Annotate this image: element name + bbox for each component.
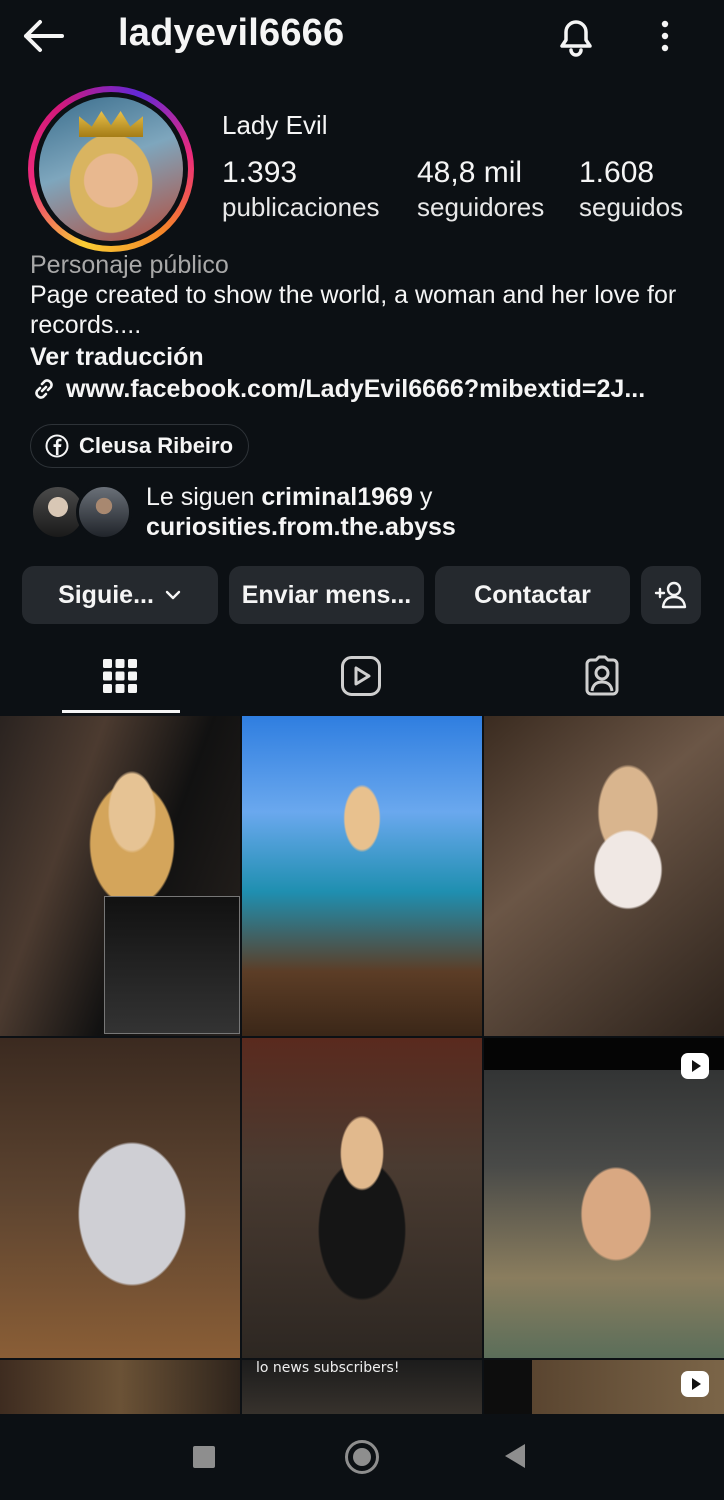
see-translation-link[interactable]: Ver traducción (30, 342, 710, 372)
grid-icon (103, 659, 137, 693)
tab-reels[interactable] (241, 640, 481, 712)
followed-by-joiner: y (412, 483, 433, 511)
facebook-profile-chip[interactable]: Cleusa Ribeiro (30, 424, 249, 468)
stat-followers[interactable]: 48,8 mil seguidores (417, 156, 544, 223)
reel-badge-icon (681, 1053, 709, 1079)
followed-by[interactable]: Le siguen criminal1969 y curiosities.fro… (30, 480, 720, 550)
reels-icon (341, 656, 381, 696)
post-thumbnail[interactable] (484, 716, 724, 1036)
followed-by-prefix: Le siguen (146, 483, 262, 511)
tagged-person-icon (585, 655, 619, 696)
suggested-users-button[interactable] (641, 566, 701, 624)
followed-by-user2: curiosities.from.the.abyss (146, 513, 456, 541)
following-button-label: Siguie... (58, 580, 154, 609)
top-bar: ladyevil6666 (0, 0, 724, 74)
post-caption-overlay: lo news subscribers! (256, 1360, 400, 1376)
tab-posts-grid[interactable] (0, 640, 240, 712)
reel-badge-icon (681, 1371, 709, 1397)
system-navigation-bar (0, 1414, 724, 1500)
crown-decoration (79, 111, 143, 137)
profile-tabs (0, 640, 724, 714)
bell-icon[interactable] (552, 12, 600, 60)
profile-link[interactable]: www.facebook.com/LadyEvil6666?mibextid=2… (30, 374, 710, 404)
contact-button[interactable]: Contactar (435, 566, 630, 624)
stat-following-label: seguidos (579, 192, 684, 222)
follower-avatar (76, 484, 132, 540)
recent-apps-icon[interactable] (193, 1446, 215, 1468)
post-thumbnail[interactable]: lo news subscribers! (242, 1360, 482, 1414)
tab-tagged[interactable] (482, 640, 722, 712)
post-thumbnail[interactable] (484, 1360, 724, 1414)
followed-by-user1: criminal1969 (261, 483, 413, 511)
profile-username: ladyevil6666 (118, 12, 345, 54)
message-button[interactable]: Enviar mens... (229, 566, 424, 624)
profile-link-text: www.facebook.com/LadyEvil6666?mibextid=2… (66, 375, 646, 403)
arrow-left-icon[interactable] (20, 14, 68, 58)
back-triangle-icon[interactable] (505, 1444, 525, 1468)
facebook-icon (45, 434, 69, 458)
stat-posts[interactable]: 1.393 publicaciones (222, 156, 380, 223)
posts-grid: lo news subscribers! (0, 716, 724, 1414)
stat-following-value: 1.608 (579, 156, 655, 189)
message-button-label: Enviar mens... (241, 580, 412, 609)
active-tab-indicator (62, 710, 180, 713)
post-thumbnail[interactable] (242, 1038, 482, 1358)
stat-following[interactable]: 1.608 seguidos (579, 156, 683, 223)
chevron-down-icon (165, 590, 181, 600)
post-thumbnail[interactable] (0, 1038, 240, 1358)
bio-text: Page created to show the world, a woman … (30, 281, 677, 339)
link-icon (35, 379, 53, 399)
add-person-icon (654, 581, 687, 609)
post-thumbnail[interactable] (0, 716, 240, 1036)
post-thumbnail[interactable] (0, 1360, 240, 1414)
stat-followers-label: seguidores (417, 192, 545, 222)
story-ring[interactable] (28, 86, 194, 252)
stat-posts-label: publicaciones (222, 192, 380, 222)
followed-by-text: Le siguen criminal1969 y curiosities.fro… (146, 482, 456, 542)
facebook-chip-label: Cleusa Ribeiro (79, 433, 234, 458)
stat-posts-value: 1.393 (222, 156, 298, 189)
avatar (39, 97, 183, 241)
profile-category: Personaje público (30, 251, 229, 279)
following-button[interactable]: Siguie... (22, 566, 218, 624)
profile-display-name: Lady Evil (222, 110, 328, 140)
album-cover (104, 896, 240, 1034)
post-thumbnail[interactable] (242, 716, 482, 1036)
post-thumbnail[interactable] (484, 1038, 724, 1358)
bio-section: Personaje público Page created to show t… (30, 250, 710, 404)
home-icon[interactable] (345, 1440, 379, 1474)
contact-button-label: Contactar (474, 580, 591, 609)
stat-followers-value: 48,8 mil (417, 156, 523, 189)
more-vertical-icon[interactable] (648, 14, 682, 58)
